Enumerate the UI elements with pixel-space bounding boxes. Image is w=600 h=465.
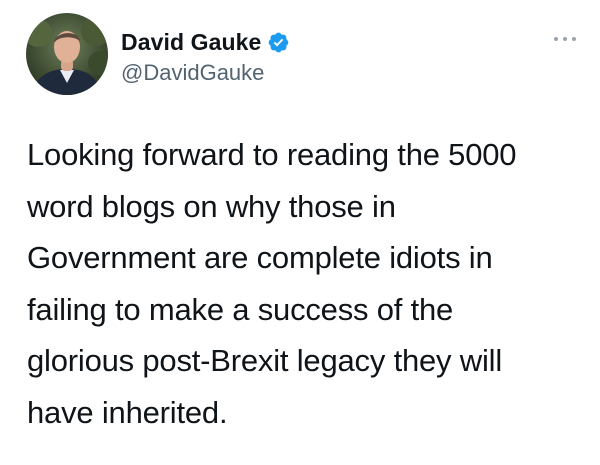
author-name-row: David Gauke [121,26,290,58]
avatar-photo-icon [26,13,108,95]
tweet-card: David Gauke @DavidGauke Looking forward … [0,0,600,465]
tweet-text: Looking forward to reading the 5000 word… [27,137,517,430]
more-options-ellipsis-icon[interactable] [554,32,576,46]
dot [554,37,558,41]
verified-badge-icon [267,31,290,54]
dot [572,37,576,41]
dot [563,37,567,41]
author-display-name[interactable]: David Gauke [121,29,261,56]
author-avatar[interactable] [26,13,108,95]
author-handle[interactable]: @DavidGauke [121,60,264,86]
